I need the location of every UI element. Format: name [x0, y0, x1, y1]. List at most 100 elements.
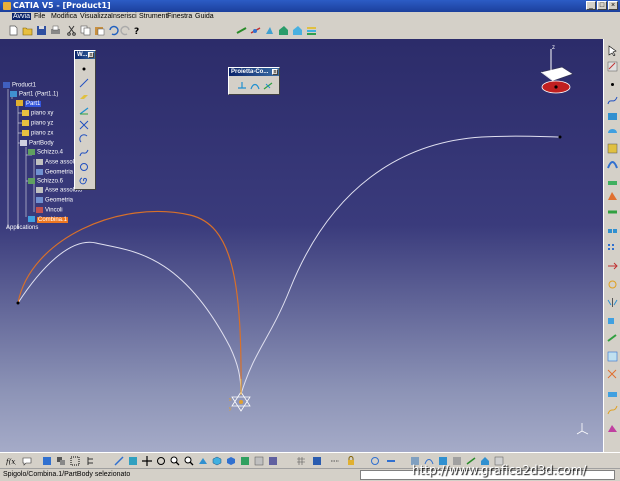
palette-close-button[interactable]: x	[88, 52, 94, 58]
catia-app-icon[interactable]	[3, 2, 11, 10]
new-file-icon[interactable]	[8, 25, 19, 36]
save-icon[interactable]	[36, 25, 47, 36]
copy-icon[interactable]	[80, 25, 91, 36]
redo-icon[interactable]	[120, 25, 131, 36]
tree-node-schizzo4[interactable]: Schizzo.4	[28, 149, 63, 156]
tree-node-geometry-1[interactable]: Geometria	[36, 169, 73, 176]
fit-all-icon[interactable]	[128, 456, 138, 466]
extrude-surface-icon[interactable]	[607, 111, 618, 122]
minimize-button[interactable]: _	[586, 1, 596, 10]
3d-viewport[interactable]: x y z Product1 Part1 (Part1.1) Part1 pia…	[0, 39, 603, 452]
maximize-button[interactable]: □	[597, 1, 607, 10]
measure-item-icon[interactable]	[250, 25, 261, 36]
tree-node-applications[interactable]: Applications	[6, 225, 38, 231]
curve-start-point[interactable]	[16, 301, 20, 305]
fly-mode-icon[interactable]	[114, 456, 124, 466]
offset-icon[interactable]	[607, 143, 618, 154]
loft-icon[interactable]	[607, 191, 618, 202]
reflect-lines-icon[interactable]	[263, 81, 273, 91]
grid-icon[interactable]	[296, 456, 306, 466]
revolve-icon[interactable]	[607, 127, 618, 138]
menu-modifica[interactable]: Modifica	[51, 13, 77, 20]
swap-space-icon[interactable]	[254, 456, 264, 466]
select-set-icon[interactable]	[70, 456, 80, 466]
tree-node-part1-instance[interactable]: Part1 (Part1.1)	[10, 91, 58, 98]
spiral-icon[interactable]	[79, 176, 89, 186]
blend-icon[interactable]	[607, 207, 618, 218]
tree-node-plane-xy[interactable]: piano xy	[22, 110, 53, 117]
undo-icon[interactable]	[108, 25, 119, 36]
spline-tool-icon[interactable]	[79, 148, 89, 158]
law-icon[interactable]	[607, 405, 618, 416]
link-icon[interactable]	[386, 456, 396, 466]
project-icon[interactable]	[237, 81, 247, 91]
trim-icon[interactable]	[607, 369, 618, 380]
copy-object-icon[interactable]	[56, 456, 66, 466]
open-folder-icon[interactable]	[22, 25, 33, 36]
lock-icon[interactable]	[346, 456, 356, 466]
extrapolate-icon[interactable]	[607, 333, 618, 344]
projection-toolbar-close-button[interactable]: x	[272, 69, 278, 75]
snap-icon[interactable]	[312, 456, 322, 466]
wireframe-palette[interactable]: W... x	[74, 50, 96, 190]
tree-node-combina1[interactable]: Combina.1	[28, 216, 69, 223]
shading-mode-icon[interactable]	[226, 456, 236, 466]
cycle-icon[interactable]	[370, 456, 380, 466]
construction-icon[interactable]	[330, 456, 340, 466]
normal-view-icon[interactable]	[198, 456, 208, 466]
curve-end-point[interactable]	[558, 135, 562, 139]
shading-icon[interactable]	[292, 25, 303, 36]
paste-icon[interactable]	[94, 25, 105, 36]
projection-combine-toolbar[interactable]: Proietta-Co... x	[228, 67, 280, 95]
whats-this-icon[interactable]: ?	[132, 25, 143, 36]
comment-icon[interactable]	[22, 456, 32, 466]
menu-guida[interactable]: Guida	[195, 13, 214, 20]
plane-tool-icon[interactable]	[79, 92, 89, 102]
translate-icon[interactable]	[607, 261, 618, 272]
combine-tool-icon[interactable]	[250, 81, 260, 91]
stack-icon[interactable]	[306, 25, 317, 36]
zoom-in-icon[interactable]	[170, 456, 180, 466]
helix-icon[interactable]	[79, 162, 89, 172]
scale-icon[interactable]	[607, 315, 618, 326]
menu-file[interactable]: File	[34, 13, 45, 20]
tree-node-partbody[interactable]: PartBody	[20, 140, 54, 147]
boundary-icon[interactable]	[607, 387, 618, 398]
measure-icon[interactable]	[236, 25, 247, 36]
zoom-out-icon[interactable]	[184, 456, 194, 466]
line-icon[interactable]	[79, 78, 89, 88]
menu-finestra[interactable]: Finestra	[167, 13, 192, 20]
tree-node-constraints[interactable]: Vincoli	[36, 207, 63, 214]
menu-visualizza[interactable]: Visualizza	[80, 13, 111, 20]
formula-icon[interactable]: f(x)	[6, 456, 16, 466]
menu-avvia[interactable]: Avvia	[12, 13, 31, 20]
close-button[interactable]: ×	[608, 1, 618, 10]
iso-view-icon[interactable]	[212, 456, 222, 466]
circle-tool-icon[interactable]	[79, 134, 89, 144]
tree-display-icon[interactable]	[86, 456, 96, 466]
cut-icon[interactable]	[66, 25, 77, 36]
apply-material-icon[interactable]	[278, 25, 289, 36]
compass-icon[interactable]: z	[540, 45, 574, 94]
select-icon[interactable]	[607, 45, 618, 56]
projection-icon[interactable]	[79, 106, 89, 116]
tree-node-plane-yz[interactable]: piano yz	[22, 120, 53, 127]
tree-node-product1[interactable]: Product1	[3, 82, 36, 89]
fill-icon[interactable]	[607, 175, 618, 186]
tree-node-geometry-2[interactable]: Geometria	[36, 197, 73, 204]
catalog-icon[interactable]	[42, 456, 52, 466]
spline-icon[interactable]	[607, 95, 618, 106]
tree-node-part1[interactable]: Part1	[16, 100, 42, 107]
point-icon[interactable]	[79, 64, 89, 74]
menu-inserisci[interactable]: Inserisci	[111, 13, 137, 20]
join-icon[interactable]	[607, 225, 618, 236]
print-icon[interactable]	[50, 25, 61, 36]
menu-strumenti[interactable]: Strumenti	[139, 13, 169, 20]
hide-show-icon[interactable]	[240, 456, 250, 466]
render-icon[interactable]	[268, 456, 278, 466]
rotate-icon[interactable]	[607, 279, 618, 290]
analysis-icon[interactable]	[607, 423, 618, 434]
tree-node-plane-zx[interactable]: piano zx	[22, 130, 53, 137]
split-icon[interactable]	[607, 351, 618, 362]
pattern-icon[interactable]	[607, 243, 618, 254]
